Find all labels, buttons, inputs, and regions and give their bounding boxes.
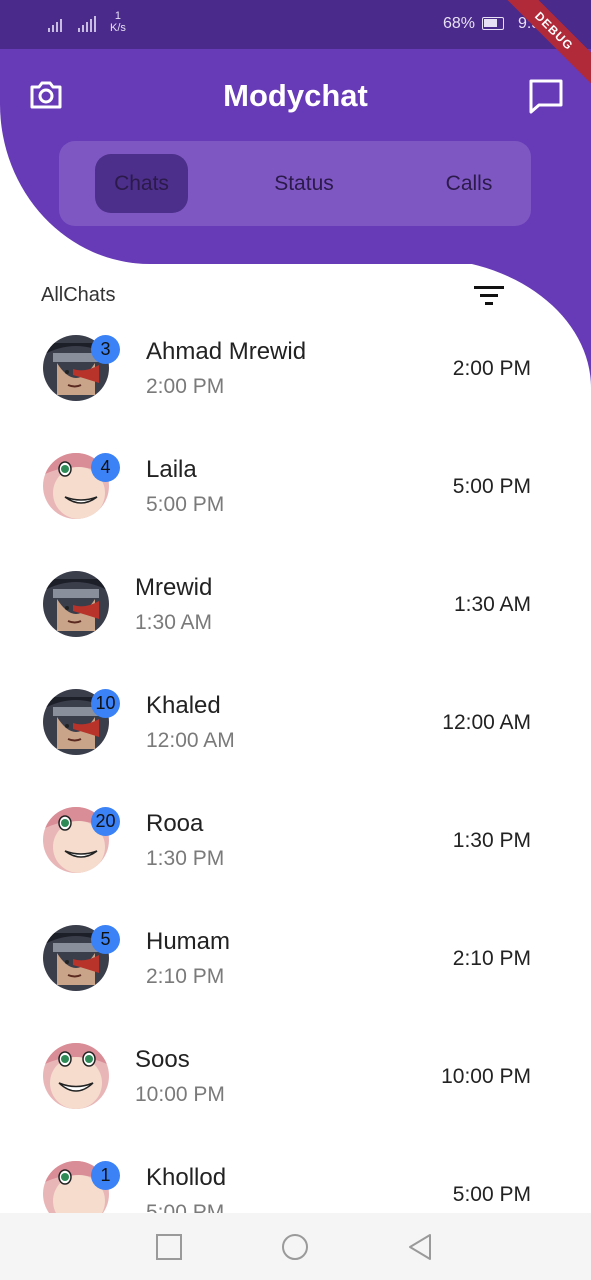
square-icon[interactable] (154, 1232, 184, 1262)
girl-avatar-icon (43, 1043, 109, 1109)
battery-percent: 68% (443, 15, 476, 32)
chat-name: Soos (135, 1046, 190, 1073)
unread-badge: 1 (91, 1161, 120, 1190)
tab-chats[interactable]: Chats (95, 154, 188, 213)
chat-subtitle: 2:00 PM (146, 375, 225, 398)
chat-time: 12:00 AM (442, 711, 531, 734)
circle-icon[interactable] (280, 1232, 310, 1262)
app-title: Modychat (223, 78, 368, 113)
avatar[interactable] (43, 571, 109, 637)
chat-subtitle: 10:00 PM (135, 1083, 225, 1106)
status-bar: 1 K/s 68% 9:53 DEBUG (0, 0, 591, 92)
chat-name: Ahmad Mrewid (146, 338, 307, 365)
boy-avatar-icon (43, 571, 109, 637)
unread-badge: 5 (91, 925, 120, 954)
network-speed-value: 1 (114, 10, 122, 22)
unread-badge: 3 (91, 335, 120, 364)
network-speed-unit: K/s (110, 22, 126, 34)
chat-time: 5:00 PM (452, 475, 531, 498)
chat-time: 10:00 PM (441, 1065, 531, 1088)
back-icon[interactable] (405, 1232, 435, 1262)
chat-subtitle: 1:30 AM (135, 611, 213, 634)
chat-item[interactable]: Mrewid 1:30 AM 1:30 AM (0, 571, 591, 689)
chat-time: 2:00 PM (452, 357, 531, 380)
chat-name: Khaled (146, 692, 221, 719)
chat-item[interactable]: 4 Laila 5:00 PM 5:00 PM (0, 453, 591, 571)
chat-time: 2:10 PM (452, 947, 531, 970)
list-title: AllChats (41, 284, 116, 306)
chat-name: Khollod (146, 1164, 227, 1191)
tab-calls[interactable]: Calls (429, 154, 509, 213)
unread-badge: 4 (91, 453, 120, 482)
chat-name: Mrewid (135, 574, 213, 601)
chat-item[interactable]: Soos 10:00 PM 10:00 PM (0, 1043, 591, 1161)
chat-name: Rooa (146, 810, 204, 837)
chat-name: Laila (146, 456, 197, 483)
chat-item[interactable]: 10 Khaled 12:00 AM 12:00 AM (0, 689, 591, 807)
chat-time: 5:00 PM (452, 1183, 531, 1206)
system-nav-bar (0, 1213, 591, 1280)
unread-badge: 20 (91, 807, 120, 836)
chat-time: 1:30 PM (452, 829, 531, 852)
avatar[interactable] (43, 1043, 109, 1109)
unread-badge: 10 (91, 689, 120, 718)
chat-subtitle: 5:00 PM (146, 493, 225, 516)
chat-time: 1:30 AM (453, 593, 531, 616)
chat-item[interactable]: 20 Rooa 1:30 PM 1:30 PM (0, 807, 591, 925)
chat-subtitle: 1:30 PM (146, 847, 225, 870)
chat-item[interactable]: 3 Ahmad Mrewid 2:00 PM 2:00 PM (0, 335, 591, 453)
network-speed: 1 K/s (110, 10, 126, 34)
battery-icon (482, 17, 504, 30)
chat-name: Humam (146, 928, 231, 955)
signal-icon (48, 16, 96, 32)
message-icon[interactable] (528, 78, 564, 114)
chat-subtitle: 12:00 AM (146, 729, 235, 752)
chat-subtitle: 2:10 PM (146, 965, 225, 988)
tab-status[interactable]: Status (259, 154, 349, 213)
tab-bar: Chats Status Calls (59, 141, 531, 226)
chat-item[interactable]: 5 Humam 2:10 PM 2:10 PM (0, 925, 591, 1043)
filter-icon[interactable] (472, 284, 506, 308)
